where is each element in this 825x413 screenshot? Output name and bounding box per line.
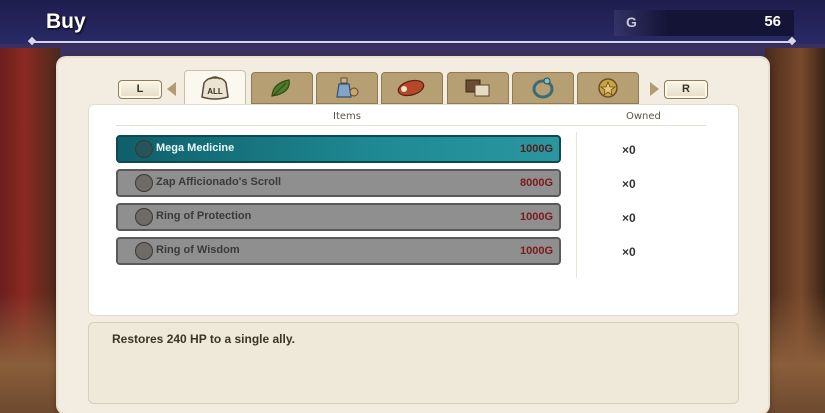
tab-prev-button[interactable]: L: [118, 80, 162, 99]
page-title: Buy: [46, 10, 86, 33]
tab-food[interactable]: [381, 72, 443, 104]
item-owned-count: ×0: [622, 177, 636, 191]
header-divider: [32, 41, 792, 43]
tab-all-label: ALL: [207, 87, 223, 96]
scroll-icon: [135, 174, 153, 192]
ring-icon: [532, 77, 554, 99]
scroll-chest-icon: [465, 79, 490, 97]
item-price: 1000G: [519, 143, 553, 155]
column-header-owned: Owned: [626, 111, 661, 122]
item-name: Mega Medicine: [156, 142, 235, 154]
item-owned-count: ×0: [622, 245, 636, 259]
bag-icon: ALL: [201, 75, 229, 100]
tab-next-button[interactable]: R: [664, 80, 708, 99]
item-price: 8000G: [519, 177, 553, 189]
item-owned-count: ×0: [622, 211, 636, 225]
leaf-icon: [271, 79, 290, 97]
potion-icon: [336, 77, 359, 98]
meat-icon: [397, 79, 425, 97]
herb-icon: [135, 140, 153, 158]
item-price: 1000G: [519, 211, 553, 223]
gold-amount: 56: [764, 13, 781, 30]
item-name: Zap Afficionado's Scroll: [156, 176, 282, 188]
item-description: Restores 240 HP to a single ally.: [112, 332, 295, 346]
currency-label: G: [626, 14, 637, 30]
tab-documents[interactable]: [447, 72, 509, 104]
tab-all[interactable]: ALL: [184, 70, 246, 105]
list-item[interactable]: Zap Afficionado's Scroll 8000G: [116, 169, 561, 197]
tab-herbs[interactable]: [251, 72, 313, 104]
arrow-right-icon[interactable]: [650, 82, 659, 96]
item-price: 1000G: [519, 245, 553, 257]
ring-icon: [135, 242, 153, 260]
medal-icon: [598, 78, 618, 98]
header-rule: [116, 125, 706, 126]
tab-rings[interactable]: [512, 72, 574, 104]
list-item[interactable]: Mega Medicine 1000G: [116, 135, 561, 163]
ring-icon: [135, 208, 153, 226]
arrow-left-icon[interactable]: [167, 82, 176, 96]
tab-medals[interactable]: [577, 72, 639, 104]
column-header-items: Items: [333, 111, 361, 122]
item-owned-count: ×0: [622, 143, 636, 157]
list-item[interactable]: Ring of Wisdom 1000G: [116, 237, 561, 265]
list-item[interactable]: Ring of Protection 1000G: [116, 203, 561, 231]
tab-potions[interactable]: [316, 72, 378, 104]
column-separator: [576, 132, 577, 278]
item-name: Ring of Wisdom: [156, 244, 240, 256]
item-name: Ring of Protection: [156, 210, 252, 222]
